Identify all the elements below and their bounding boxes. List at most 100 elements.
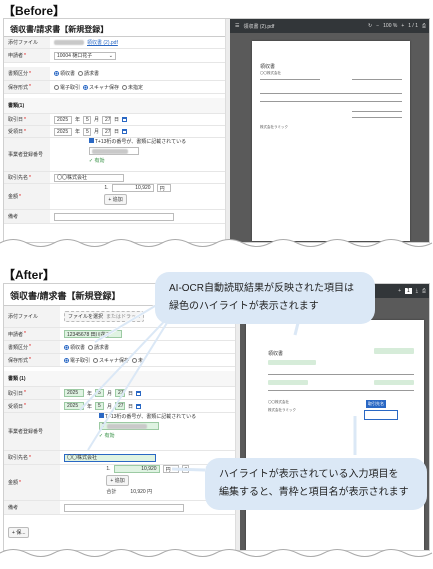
before-amount-row: 金額 * 1. 10,920 円 + 追加 <box>4 184 225 210</box>
before-currency-select[interactable]: 円 <box>156 184 171 192</box>
before-applicant-row: 申請者 * 10004 樋口花子 ⌄ <box>4 49 225 63</box>
after-trade-date-row: 取引日 * 2025 年 5 月 27 日 <box>4 387 235 400</box>
before-regno-input[interactable] <box>88 147 139 155</box>
before-trade-date-label: 取引日 <box>8 117 24 123</box>
before-remarks-row: 備考 <box>4 210 225 224</box>
after-file-select-button[interactable]: ファイルを選択 またはドラッ... <box>64 311 145 322</box>
zoom-in-icon[interactable]: + <box>401 23 404 29</box>
menu-icon[interactable]: ☰ <box>235 23 239 29</box>
before-applicant-label: 申請者 <box>8 53 24 59</box>
before-trade-year[interactable]: 2025 <box>54 115 72 124</box>
after-receipt-year[interactable]: 2025 <box>64 402 84 410</box>
before-screenshot: 領収書/請求書【新規登録】 添付ファイル 領収書 (2).pdf 申請者 * 10… <box>3 18 430 243</box>
before-trade-day[interactable]: 27 <box>102 115 112 124</box>
before-remarks-input[interactable] <box>54 212 174 221</box>
after-remarks-input[interactable] <box>64 503 184 512</box>
ocr-callout-line1: AI-OCR自動読取結果が反映された項目は <box>169 283 354 294</box>
before-regno-check[interactable]: T+13桁の番号が、書類に記載されている <box>88 138 186 145</box>
after-doctype-invoice[interactable]: 請求書 <box>88 344 109 351</box>
torn-edge-divider <box>0 549 433 560</box>
after-regno-row: 事業者登録番号 T+13桁の番号が、書類に記載されている T ✓ 有効 <box>4 413 235 451</box>
after-bottom-button[interactable]: + 保... <box>8 527 30 538</box>
after-doc-footer: 株式会社ラミック <box>268 408 296 412</box>
before-partner-row: 取引先名 * 〇〇株式会社 <box>4 172 225 184</box>
after-applicant-input[interactable]: 12345678 田川花子 <box>64 330 122 338</box>
before-attach-file-link[interactable]: 領収書 (2).pdf <box>87 39 118 46</box>
after-storage-scanner[interactable]: スキャナ保存 <box>93 357 129 364</box>
after-storage-none[interactable]: 未 <box>132 357 143 364</box>
before-doctype-receipt[interactable]: 領収書 <box>54 70 75 77</box>
after-amount-more[interactable]: ▾ <box>181 465 189 473</box>
after-currency-select[interactable]: 円 <box>162 465 179 473</box>
before-regno-row: 事業者登録番号 T+13桁の番号が、書類に記載されている ✓ 有効 <box>4 138 225 172</box>
zoom-in-icon[interactable]: + <box>398 288 401 294</box>
after-storage-electronic[interactable]: 電子取引 <box>64 357 90 364</box>
calendar-icon[interactable] <box>136 390 142 396</box>
after-receipt-month[interactable]: 5 <box>95 402 105 410</box>
after-viewer-page: 1 <box>404 288 412 294</box>
after-form: 領収書/請求書【新規登録】 添付ファイル ファイルを選択 またはドラッ... 申請… <box>4 284 236 550</box>
before-doctype-row: 書類区分 * 領収書 請求書 <box>4 67 225 81</box>
after-regno-check[interactable]: T+13桁の番号が、書類に記載されている <box>98 413 196 420</box>
after-receipt-day[interactable]: 27 <box>115 402 126 410</box>
before-storage-row: 保存形式 * 電子取引 スキャナ保存 未指定 <box>4 81 225 94</box>
before-receipt-date-row: 受領日 * 2025 年 5 月 27 日 <box>4 126 225 138</box>
after-doctype-receipt[interactable]: 領収書 <box>64 344 85 351</box>
after-doc-addressee: 〇〇株式会社 <box>268 400 289 404</box>
after-partner-row: 取引先名 * 〇〇株式会社 <box>4 451 235 465</box>
before-receipt-day[interactable]: 27 <box>102 127 112 136</box>
before-amount-input[interactable]: 10,920 <box>111 184 154 192</box>
before-doc-footer: 株式会社ラミック <box>260 125 288 129</box>
after-trade-day[interactable]: 27 <box>115 389 126 397</box>
zoom-out-icon[interactable]: − <box>376 23 379 29</box>
after-highlight-tag: 取引先名 <box>366 400 386 408</box>
before-trade-date-row: 取引日 * 2025 年 5 月 27 日 <box>4 114 225 126</box>
after-section-label: 書類 (1) <box>4 371 235 387</box>
rotate-icon[interactable]: ↻ <box>368 23 372 29</box>
before-storage-none[interactable]: 未指定 <box>122 84 143 91</box>
before-pdf-viewer: ☰ 領収書 (2).pdf ↻ − 100 % + 1 / 1 ⎙ 領収書 〇〇… <box>230 19 429 242</box>
after-doc-title: 領収書 <box>268 351 284 357</box>
print-icon[interactable]: ⎙ <box>422 288 426 294</box>
before-partner-label: 取引先名 <box>8 175 29 181</box>
before-receipt-month[interactable]: 5 <box>83 127 92 136</box>
before-regno-label: 事業者登録番号 <box>8 152 44 158</box>
after-partner-input[interactable]: 〇〇株式会社 <box>64 453 156 462</box>
after-applicant-label: 申請者 <box>8 331 24 338</box>
before-receipt-year[interactable]: 2025 <box>54 127 72 136</box>
before-applicant-select[interactable]: 10004 樋口花子 ⌄ <box>54 51 116 60</box>
after-remarks-label: 備考 <box>8 505 19 511</box>
after-trade-year[interactable]: 2025 <box>64 389 84 397</box>
after-amount-input[interactable]: 10,920 <box>113 465 160 473</box>
before-add-button[interactable]: + 追加 <box>104 194 127 205</box>
before-form-title: 領収書/請求書【新規登録】 <box>4 19 225 37</box>
calendar-icon[interactable] <box>122 117 128 122</box>
calendar-icon[interactable] <box>136 403 142 409</box>
before-storage-scanner[interactable]: スキャナ保存 <box>83 84 119 91</box>
after-storage-row: 保存形式 * 電子取引 スキャナ保存未 <box>4 354 235 367</box>
before-section-label: 書類(1) <box>4 98 225 114</box>
ocr-callout: AI-OCR自動読取結果が反映された項目は 緑色のハイライトが表示されます <box>155 272 375 324</box>
before-trade-month[interactable]: 5 <box>83 115 92 124</box>
after-ocr-highlight-amount <box>374 380 414 385</box>
print-icon[interactable]: ⎙ <box>422 23 426 29</box>
before-partner-input[interactable]: 〇〇株式会社 <box>54 173 124 182</box>
after-add-button[interactable]: + 追加 <box>106 475 129 486</box>
before-applicant-value: 10004 樋口花子 <box>57 53 93 59</box>
after-trade-date-label: 取引日 <box>8 390 24 397</box>
before-doctype-invoice[interactable]: 請求書 <box>78 70 99 77</box>
after-amount-label: 金額 <box>8 480 19 486</box>
download-icon[interactable]: ⤓ <box>416 288 418 294</box>
after-ocr-highlight-regno <box>268 380 308 385</box>
after-total: 合計 10,920 円 <box>106 489 153 495</box>
after-trade-month[interactable]: 5 <box>95 389 105 397</box>
before-heading: 【Before】 <box>3 4 66 18</box>
before-receipt-date-label: 受領日 <box>8 129 24 135</box>
after-regno-input[interactable]: T <box>98 422 159 430</box>
before-viewer-zoom: 100 % <box>383 23 398 29</box>
before-storage-electronic[interactable]: 電子取引 <box>54 84 80 91</box>
before-storage-label: 保存形式 <box>8 84 29 91</box>
calendar-icon[interactable] <box>122 129 128 134</box>
after-partner-label: 取引先名 <box>8 455 29 461</box>
edit-callout-line1: ハイライトが表示されている入力項目を <box>219 469 399 480</box>
